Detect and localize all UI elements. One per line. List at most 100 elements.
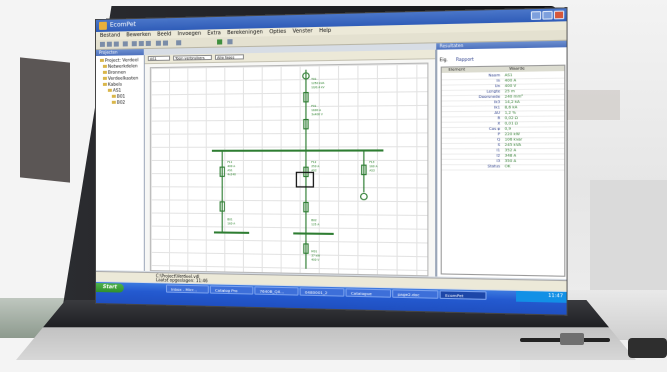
new-icon[interactable] [99, 41, 105, 47]
folder-icon [102, 82, 107, 86]
svg-text:4x240: 4x240 [227, 172, 236, 176]
result-value: 25 m [504, 89, 515, 94]
tab-properties[interactable]: Eig. [440, 57, 448, 62]
result-label: I3 [496, 158, 501, 164]
result-label: ΔU [494, 110, 501, 115]
close-icon[interactable] [553, 10, 565, 20]
results-panel: Eig. Rapport Element Waarde Naam AS1 In 400… [436, 47, 567, 280]
tree-item-distribution[interactable]: Verdeelkasten [102, 76, 139, 82]
calculate-icon[interactable] [217, 39, 223, 45]
laptop-screen: EcomPet Bestand Bewerken Beeld Invoegen … [96, 8, 567, 315]
svg-text:37 kW: 37 kW [311, 253, 320, 257]
open-icon[interactable] [106, 41, 112, 47]
minimize-icon[interactable] [530, 11, 542, 20]
zoom-icon[interactable] [176, 40, 182, 46]
tree-item-label: Netwerkdelen [107, 64, 138, 70]
result-label: Lengte [486, 89, 501, 94]
copy-icon[interactable] [138, 40, 144, 47]
cable-plug [560, 333, 584, 345]
tree-item-project[interactable]: Project: Verdeel [99, 58, 138, 64]
svg-text:1600 A: 1600 A [311, 108, 321, 112]
phase-select[interactable]: Alle fases [214, 54, 244, 60]
taskbar-item-catalogue[interactable]: Catalogue [345, 288, 392, 298]
desk-gadget [628, 338, 667, 358]
menu-item-extra[interactable]: Extra [207, 29, 221, 37]
menu-item-help[interactable]: Help [319, 27, 331, 36]
result-value: 106 kvar [504, 137, 523, 142]
tree-item-label: Verdeelkasten [107, 76, 139, 82]
taskbar-item-inbox[interactable]: Inbox - Micr... [165, 284, 209, 294]
redo-icon[interactable] [162, 40, 169, 46]
result-label: In [496, 78, 501, 83]
taskbar-item-catalog[interactable]: Catalog Pro [209, 285, 254, 295]
result-value: 8,6 kA [504, 105, 518, 110]
svg-text:125 A: 125 A [311, 222, 319, 226]
settings-icon[interactable] [227, 39, 233, 45]
tree-item-as1[interactable]: AS1 [107, 88, 122, 94]
svg-text:AS2: AS2 [311, 168, 317, 172]
tree-item-b01[interactable]: B01 [111, 94, 126, 100]
tree-item-cables[interactable]: Kabels [102, 82, 122, 88]
result-label: Status [487, 164, 501, 169]
background-paper [590, 180, 667, 290]
view-select[interactable]: Toon verbruikers [173, 54, 212, 61]
result-value: 400 A [504, 78, 517, 83]
column-header-element: Element [448, 67, 466, 72]
svg-text:T01: T01 [311, 77, 317, 81]
start-button[interactable]: Start [96, 283, 124, 293]
tree-item-b02[interactable]: B02 [111, 101, 125, 106]
results-tabs: Eig. Rapport [440, 54, 565, 64]
clock: 11:47 [548, 293, 564, 300]
svg-text:3x400 V: 3x400 V [311, 112, 323, 116]
result-label: X [497, 121, 501, 126]
tab-report[interactable]: Rapport [456, 56, 474, 62]
result-label: Q [496, 137, 501, 142]
svg-text:160 A: 160 A [227, 221, 235, 225]
svg-text:250 A: 250 A [311, 164, 319, 168]
svg-text:M01: M01 [311, 249, 317, 253]
cut-icon[interactable] [131, 41, 137, 47]
result-label: Ik1 [494, 105, 501, 110]
result-value: 348 A [504, 153, 517, 158]
result-label: I2 [496, 153, 501, 158]
paste-icon[interactable] [145, 40, 151, 46]
background-chair [560, 90, 620, 120]
app-icon [98, 21, 107, 30]
print-icon[interactable] [122, 41, 128, 47]
tree-item-label: B01 [116, 94, 126, 100]
folder-icon [99, 58, 104, 62]
save-icon[interactable] [113, 41, 119, 47]
background-left-object [20, 57, 70, 183]
object-select[interactable]: AS1 [147, 55, 171, 62]
selection-box[interactable] [296, 172, 313, 187]
taskbar-item-0480001[interactable]: 0480001_2 [299, 287, 345, 297]
maximize-icon[interactable] [542, 10, 553, 20]
taskbar-item-ecompet[interactable]: EcomPet [439, 290, 487, 300]
undo-icon[interactable] [155, 40, 161, 46]
tree-item-sources[interactable]: Bronnen [102, 71, 126, 76]
result-row[interactable]: Status OK [441, 164, 565, 171]
taskbar-item-page2[interactable]: page2.doc [392, 289, 439, 299]
result-value: AS1 [504, 72, 513, 78]
result-value: 352 A [504, 148, 517, 153]
svg-text:AS3: AS3 [369, 168, 375, 172]
schematic-sheet: T01 1250 kVA 10/0,4 kV F01 1600 A 3x400 V F1… [149, 62, 429, 277]
folder-icon [102, 76, 107, 80]
result-value: 0,02 Ω [504, 115, 518, 121]
tree-item-label: Kabels [107, 82, 122, 88]
folder-icon [102, 64, 107, 68]
tree-item-label: AS1 [112, 88, 122, 94]
result-value: 400 V [504, 83, 517, 89]
result-value: 14,2 kA [504, 99, 520, 105]
svg-text:400 V: 400 V [311, 257, 319, 261]
taskbar-item-7640b[interactable]: 7640B_QX... [254, 286, 299, 296]
svg-text:B02: B02 [311, 218, 317, 222]
folder-icon [111, 94, 116, 98]
document-area: AS1 Toon verbruikers Alle fases T01 1250… [144, 49, 437, 277]
svg-text:F01: F01 [311, 104, 316, 108]
result-label: S [497, 142, 501, 148]
tree-item-networks[interactable]: Netwerkdelen [102, 64, 138, 70]
result-value: 0,01 Ω [504, 121, 518, 126]
result-value: 350 A [504, 158, 517, 164]
project-panel: Project: Verdeel Netwerkdelen Bronnen Ve… [96, 55, 145, 271]
